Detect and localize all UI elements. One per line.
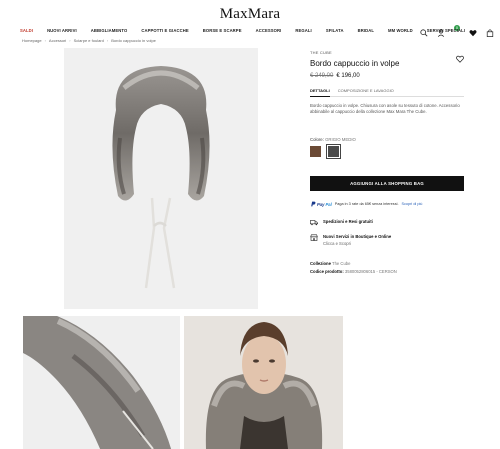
maxmara-logo[interactable]: MaxMara <box>0 6 500 23</box>
color-swatch-grey[interactable] <box>326 144 341 159</box>
nav-item-servizi-speciali[interactable]: SERVIZI SPECIALI <box>427 28 465 33</box>
breadcrumb-item[interactable]: Accessori <box>49 38 66 43</box>
tab-composizione[interactable]: COMPOSIZIONE E LAVAGGIO <box>338 88 394 96</box>
breadcrumb-separator: › <box>69 38 71 43</box>
paypal-logo-icon: Pay Pal <box>310 201 332 207</box>
product-detail-image[interactable] <box>23 316 180 449</box>
nav-item-cappotti[interactable]: CAPPOTTI E GIACCHE <box>141 28 188 33</box>
breadcrumb-separator: › <box>106 38 109 43</box>
nav-item-regali[interactable]: REGALI <box>295 28 311 33</box>
breadcrumb-current: Bordo cappuccio in volpe <box>111 38 156 43</box>
color-label: Colore: GRIGIO MEDIO <box>310 137 356 142</box>
old-price: € 249,00 <box>310 73 334 79</box>
service-boutique[interactable]: Nuovi Servizi in Boutique e Online Clicc… <box>310 234 391 246</box>
breadcrumb: Homepage › Accessori › Sciarpe e foulard… <box>22 38 156 43</box>
product-code-value: 3580052806015 - CERSON <box>344 269 397 274</box>
product-prices: € 249,00 € 196,00 <box>310 73 470 79</box>
main-nav: SALDI NUOVI ARRIVI ABBIGLIAMENTO CAPPOTT… <box>20 28 479 33</box>
collection-value[interactable]: The Cube <box>332 261 350 266</box>
product-main-image[interactable] <box>64 48 258 309</box>
nav-item-sfilata[interactable]: SFILATA <box>326 28 344 33</box>
color-label-text: Colore: <box>310 137 324 142</box>
nav-item-abbigliamento[interactable]: ABBIGLIAMENTO <box>91 28 128 33</box>
breadcrumb-separator: › <box>44 38 46 43</box>
nav-item-accessori[interactable]: ACCESSORI <box>256 28 282 33</box>
service-title: Nuovi Servizi in Boutique e Online <box>323 234 392 239</box>
collection-label: Collezione <box>310 261 331 266</box>
product-brandline[interactable]: THE CUBE <box>310 50 470 55</box>
nav-item-bridal[interactable]: BRIDAL <box>358 28 374 33</box>
breadcrumb-item[interactable]: Sciarpe e foulard <box>74 38 104 43</box>
collection-line: Collezione The Cube <box>310 261 350 266</box>
add-to-bag-button[interactable]: AGGIUNGI ALLA SHOPPING BAG <box>310 176 464 191</box>
color-swatches <box>310 144 341 159</box>
paypal-text: Paga in 3 rate da 65€ senza interessi. <box>334 202 399 206</box>
service-subtitle[interactable]: Clicca e Scopri <box>323 241 391 246</box>
nav-item-saldi[interactable]: SALDI <box>20 28 33 33</box>
product-info: THE CUBE Bordo cappuccio in volpe € 249,… <box>310 50 470 79</box>
product-title: Bordo cappuccio in volpe <box>310 59 400 68</box>
paypal-learn-more-link[interactable]: Scopri di più <box>402 202 423 206</box>
service-title: Spedizioni e Resi gratuiti <box>323 219 373 224</box>
breadcrumb-item[interactable]: Homepage <box>22 38 42 43</box>
product-code-label: Codice prodotto: <box>310 269 344 274</box>
nav-item-mm-world[interactable]: MM WORLD <box>388 28 413 33</box>
color-swatch-brown[interactable] <box>310 146 321 157</box>
bag-icon[interactable] <box>486 24 494 37</box>
paypal-brand-a: Pay <box>317 201 325 207</box>
product-model-image[interactable] <box>184 316 343 449</box>
wishlist-heart-icon[interactable] <box>456 50 464 68</box>
nav-item-nuovi-arrivi[interactable]: NUOVI ARRIVI <box>47 28 77 33</box>
service-shipping[interactable]: Spedizioni e Resi gratuiti <box>310 219 373 227</box>
paypal-brand-b: Pal <box>325 201 332 207</box>
product-code-line: Codice prodotto: 3580052806015 - CERSON <box>310 269 397 274</box>
tab-dettagli[interactable]: DETTAGLI <box>310 88 330 97</box>
nav-item-borse-scarpe[interactable]: BORSE E SCARPE <box>203 28 242 33</box>
paypal-installments: Pay Pal Paga in 3 rate da 65€ senza inter… <box>310 201 422 207</box>
sale-price: € 196,00 <box>336 73 360 79</box>
truck-icon <box>310 219 318 227</box>
shop-icon <box>310 234 318 246</box>
product-description: Bordo cappuccio in volpe. Chiusura con a… <box>310 103 460 115</box>
color-value: GRIGIO MEDIO <box>325 137 356 142</box>
product-tabs: DETTAGLI COMPOSIZIONE E LAVAGGIO <box>310 88 464 97</box>
